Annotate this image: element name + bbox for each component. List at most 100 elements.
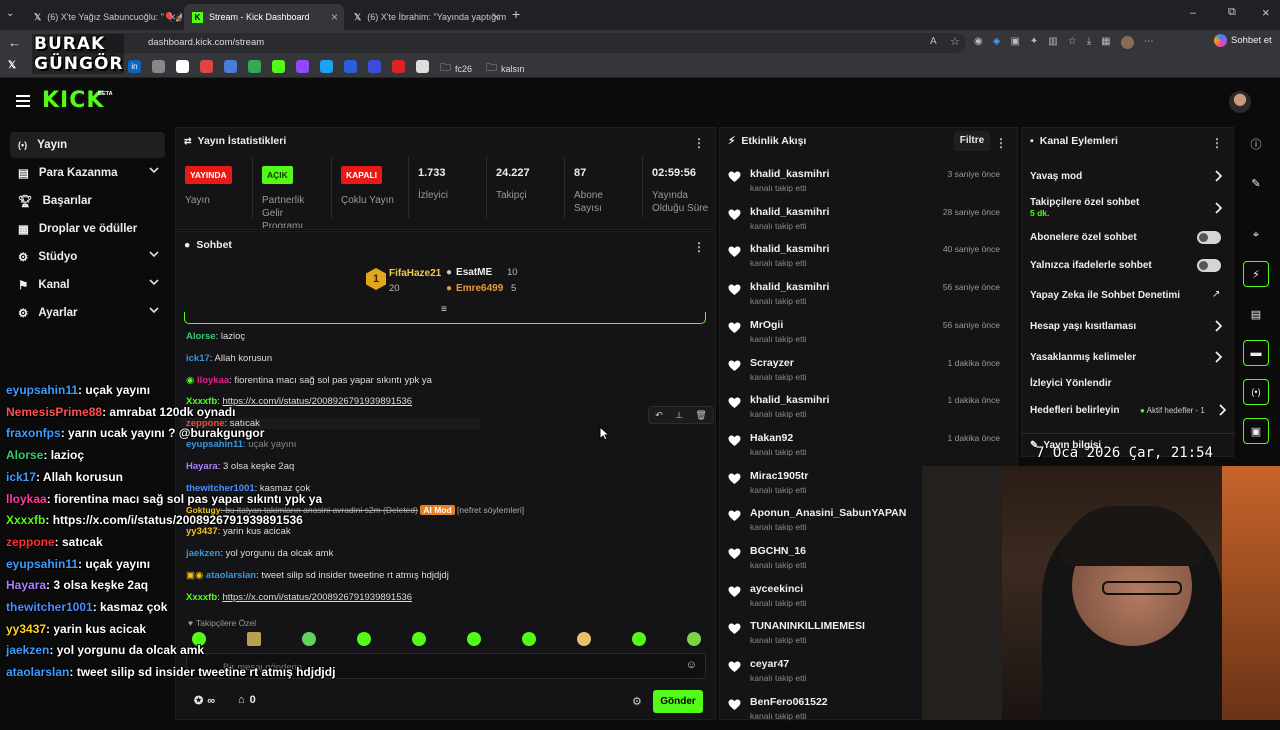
bookmark-icon[interactable] [392,60,405,73]
event-username[interactable]: Aponun_Anasini_SabunYAPAN [750,507,906,519]
read-aloud-icon[interactable]: A [930,36,937,47]
sidebar-item-basarilar[interactable]: 🏆︎ Başarılar [10,188,165,214]
ai-moderation-row[interactable]: Yapay Zeka ile Sohbet Denetimi [1030,290,1225,301]
window-close-icon[interactable]: × [1262,5,1270,20]
bookmark-icon[interactable] [416,60,429,73]
notes-icon[interactable]: ▤ [1243,301,1269,327]
tab-x-ibrahim[interactable]: 𝕏 (6) X'te İbrahim: "Yayında yaptığım × [346,4,506,30]
info-icon[interactable]: ⓘ [1243,131,1269,157]
bookmark-folder-fc26[interactable]: 🗀 fc26 [440,59,472,78]
leader-entry[interactable]: ● EsatME [446,267,492,278]
event-username[interactable]: BGCHN_16 [750,545,806,557]
edit-icon[interactable]: ✎ [1243,170,1269,196]
chat-link[interactable]: https://x.com/i/status/20089267919398915… [222,396,412,407]
leader-name[interactable]: FifaHaze21 [389,268,441,279]
chat-username[interactable]: Hayara [186,461,218,472]
activity-event[interactable]: khalid_kasmihri kanalı takip etti 3 saniye… [728,166,1008,202]
sidebar-item-kanal[interactable]: ⚑ Kanal [10,272,165,298]
new-tab-icon[interactable]: + [512,6,520,22]
chat-username[interactable]: jaekzen [186,548,220,559]
emote[interactable] [357,632,371,646]
pinned-message-frame[interactable] [184,312,706,324]
bookmark-icon[interactable] [224,60,237,73]
activity-event[interactable]: khalid_kasmihri kanalı takip etti 28 saniy… [728,204,1008,240]
user-avatar[interactable] [1229,91,1251,113]
sidebar-item-studyo[interactable]: ⚙︎ Stüdyo [10,244,165,270]
emote-tab[interactable]: ♥ Takipçilere Özel [188,618,256,628]
bookmark-icon[interactable] [152,60,165,73]
drive-bookmark-icon[interactable] [248,60,261,73]
restore-icon[interactable]: ⧉ [1228,6,1236,19]
copilot-button[interactable]: Sohbet et [1214,34,1272,47]
more-options-icon[interactable]: ⋮ [995,136,1007,150]
event-username[interactable]: Hakan92 [750,432,793,444]
chat-username[interactable]: lloykaa [197,375,229,386]
leader-entry[interactable]: ● Emre6499 [446,283,503,294]
chat-username[interactable]: Xxxxfb [186,592,217,603]
filter-button[interactable]: Filtre [954,131,990,151]
hamburger-menu-icon[interactable] [16,95,30,107]
chat-username[interactable]: yy3437 [186,526,218,537]
pin-icon[interactable]: ⊥ [675,410,683,421]
event-username[interactable]: khalid_kasmihri [750,394,829,406]
event-username[interactable]: MrOgii [750,319,783,331]
more-options-icon[interactable]: ⋮ [693,136,705,150]
twitch-bookmark-icon[interactable] [296,60,309,73]
activity-event[interactable]: khalid_kasmihri kanalı takip etti 40 saniy… [728,241,1008,277]
chat-username[interactable]: eyupsahin11 [186,439,243,450]
emote[interactable] [467,632,481,646]
profile-avatar[interactable] [1120,36,1134,49]
activity-event[interactable]: Hakan92 kanalı takip etti 1 dakika önce [728,430,1008,466]
emote[interactable] [302,632,316,646]
event-username[interactable]: ayceekinci [750,583,803,595]
extension-icon[interactable]: ◈ [993,36,1001,50]
age-limit-row[interactable]: Hesap yaşı kısıtlaması [1030,321,1225,332]
close-icon[interactable]: × [493,10,500,24]
chat-username[interactable]: Alorse [186,331,216,342]
bookmark-icon[interactable] [344,60,357,73]
url-field[interactable]: dashboard.kick.com/stream [66,33,966,53]
more-options-icon[interactable]: ⋮ [1211,136,1223,150]
channel-points[interactable]: ✪ ∞ [194,694,215,708]
broadcast-toggle-icon[interactable]: (•) [1243,379,1269,405]
sidebar-item-ayarlar[interactable]: ⚙ Ayarlar [10,300,165,326]
tab-kick-dashboard[interactable]: K Stream - Kick Dashboard × [184,4,344,30]
x-bookmark-icon[interactable]: 𝕏 [8,60,21,73]
emote[interactable] [577,632,591,646]
subs-only-toggle[interactable] [1197,231,1221,244]
event-username[interactable]: TUNANINKILLIMEMESI [750,620,865,632]
tab-list-icon[interactable]: ⌄ [6,8,14,19]
gift-counter[interactable]: ⌂ 0 [238,694,256,706]
viewer-redirect-row[interactable]: İzleyici Yönlendir [1030,378,1225,389]
activity-event[interactable]: khalid_kasmihri kanalı takip etti 1 dakika… [728,392,1008,428]
kick-logo[interactable]: KICK [42,88,104,113]
chat-settings-icon[interactable]: ⚙ [632,695,642,708]
bookmark-icon[interactable] [200,60,213,73]
bookmark-icon[interactable] [320,60,333,73]
emoji-picker-icon[interactable]: ☺ [686,659,697,671]
delete-icon[interactable]: 🗑︎ [695,410,706,421]
sidebar-item-para-kazanma[interactable]: ▤ Para Kazanma [10,160,165,186]
bookmark-icon[interactable] [176,60,189,73]
banned-words-row[interactable]: Yasaklanmış kelimeler [1030,352,1225,363]
event-username[interactable]: Scrayzer [750,357,794,369]
emote[interactable] [522,632,536,646]
event-username[interactable]: khalid_kasmihri [750,243,829,255]
followers-only-row[interactable]: Takipçilere özel sohbet 5 dk. [1030,197,1225,218]
more-options-icon[interactable]: ⋮ [693,240,705,254]
activity-toggle-icon[interactable]: ⚡︎ [1243,261,1269,287]
sidebar-item-droplar[interactable]: ▦ Droplar ve ödüller [10,216,165,242]
activity-event[interactable]: MrOgii kanalı takip etti 56 saniye önce [728,317,1008,353]
chat-username[interactable]: ataolarslan [206,570,256,581]
sidebar-item-yayin[interactable]: (•) Yayın [10,132,165,158]
favorites-icon[interactable]: ☆ [1068,36,1077,50]
emote[interactable] [632,632,646,646]
event-username[interactable]: BenFero061522 [750,696,828,708]
kick-bookmark-icon[interactable] [272,60,285,73]
extension-puzzle-icon[interactable]: ✦ [1030,36,1038,50]
linkedin-bookmark-icon[interactable]: in [128,60,141,73]
chat-toggle-icon[interactable]: ▬ [1243,340,1269,366]
camera-icon[interactable]: ▣ [1010,36,1019,50]
event-username[interactable]: khalid_kasmihri [750,281,829,293]
close-icon[interactable]: × [331,10,338,24]
